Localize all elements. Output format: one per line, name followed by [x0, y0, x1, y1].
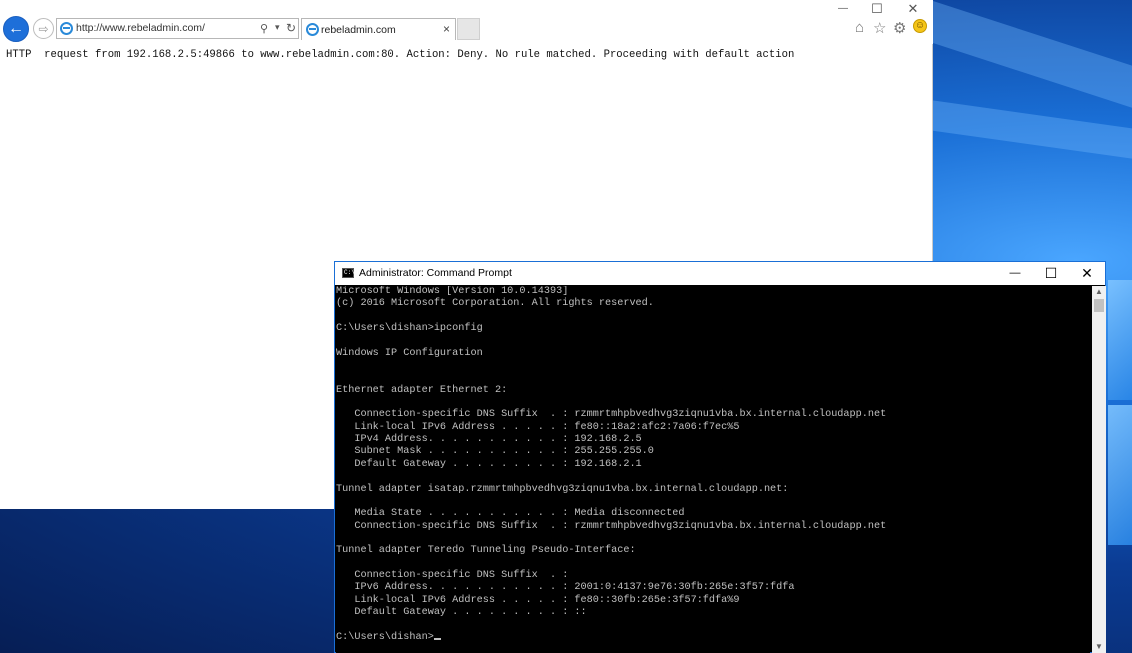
page-content: HTTP request from 192.168.2.5:49866 to w…: [6, 49, 795, 61]
console-line: Link-local IPv6 Address . . . . . : fe80…: [336, 421, 740, 433]
console-line: IPv4 Address. . . . . . . . . . . : 192.…: [336, 434, 642, 446]
window-title: Administrator: Command Prompt: [359, 267, 512, 279]
console-line: Connection-specific DNS Suffix . : rzmmr…: [336, 520, 887, 532]
ie-logo-icon: [60, 22, 73, 35]
text-cursor: [433, 637, 441, 640]
console-line: C:\Users\dishan>ipconfig: [336, 323, 483, 335]
console-output: Microsoft Windows [Version 10.0.14393] (c…: [336, 286, 886, 644]
address-bar[interactable]: http://www.rebeladmin.com/ ⚲ ▾ ↻: [56, 18, 299, 39]
vertical-scrollbar[interactable]: ▲ ▼: [1092, 286, 1106, 653]
address-url[interactable]: http://www.rebeladmin.com/: [76, 22, 205, 34]
console-line: Connection-specific DNS Suffix . :: [336, 569, 569, 581]
new-tab-button[interactable]: [457, 18, 480, 40]
windows-logo-pane: [1108, 405, 1132, 545]
forward-button[interactable]: ⇨: [33, 18, 54, 39]
maximize-button[interactable]: ☐: [1033, 264, 1069, 283]
back-arrow-icon: ←: [8, 20, 24, 37]
tab-title: rebeladmin.com: [321, 24, 396, 36]
console-line: Media State . . . . . . . . . . . : Medi…: [336, 508, 685, 520]
command-prompt-window: C:\ Administrator: Command Prompt — ☐ ✕ …: [334, 261, 1106, 653]
console-line: Connection-specific DNS Suffix . : rzmmr…: [336, 409, 887, 421]
scroll-up-icon[interactable]: ▲: [1092, 286, 1106, 298]
chevron-down-icon[interactable]: ▾: [275, 22, 280, 33]
scroll-thumb[interactable]: [1094, 299, 1104, 312]
refresh-icon[interactable]: ↻: [286, 21, 296, 35]
maximize-button[interactable]: ☐: [860, 0, 894, 18]
cmd-app-icon[interactable]: C:\: [342, 268, 355, 278]
forward-arrow-icon: ⇨: [38, 21, 49, 36]
console-line: Tunnel adapter Teredo Tunneling Pseudo-I…: [336, 545, 636, 557]
home-icon[interactable]: ⌂: [855, 19, 864, 36]
console-line: Windows IP Configuration: [336, 347, 483, 359]
scroll-down-icon[interactable]: ▼: [1092, 641, 1106, 653]
windows-logo-pane: [1108, 280, 1132, 400]
favorites-icon[interactable]: ☆: [873, 19, 886, 37]
console-line: C:\Users\dishan>: [336, 632, 886, 644]
console-line: Default Gateway . . . . . . . . . : ::: [336, 606, 587, 618]
console-line: (c) 2016 Microsoft Corporation. All righ…: [336, 298, 654, 310]
tab-rebeladmin[interactable]: rebeladmin.com ×: [301, 18, 456, 40]
console-area[interactable]: Microsoft Windows [Version 10.0.14393] (c…: [336, 286, 1090, 653]
feedback-smiley-icon[interactable]: ☺: [913, 19, 927, 33]
ie-logo-icon: [306, 23, 319, 36]
close-button[interactable]: ✕: [1069, 264, 1105, 283]
console-line: Microsoft Windows [Version 10.0.14393]: [336, 286, 569, 297]
console-line: Default Gateway . . . . . . . . . : 192.…: [336, 458, 642, 470]
browser-toolbar: ← ⇨ http://www.rebeladmin.com/ ⚲ ▾ ↻ reb…: [0, 0, 933, 44]
console-line: Link-local IPv6 Address . . . . . : fe80…: [336, 594, 740, 606]
search-icon[interactable]: ⚲: [260, 22, 268, 35]
cmd-titlebar[interactable]: C:\ Administrator: Command Prompt — ☐ ✕: [335, 262, 1105, 285]
settings-icon[interactable]: ⚙: [893, 19, 906, 37]
console-line: Subnet Mask . . . . . . . . . . . : 255.…: [336, 446, 654, 458]
console-line: Ethernet adapter Ethernet 2:: [336, 384, 508, 396]
close-icon[interactable]: ×: [443, 22, 450, 36]
console-line: IPv6 Address. . . . . . . . . . . : 2001…: [336, 582, 795, 594]
minimize-button[interactable]: —: [826, 0, 860, 18]
minimize-button[interactable]: —: [997, 264, 1033, 283]
console-line: Tunnel adapter isatap.rzmmrtmhpbvedhvg3z…: [336, 483, 789, 495]
close-button[interactable]: ✕: [896, 0, 930, 18]
back-button[interactable]: ←: [3, 16, 29, 42]
